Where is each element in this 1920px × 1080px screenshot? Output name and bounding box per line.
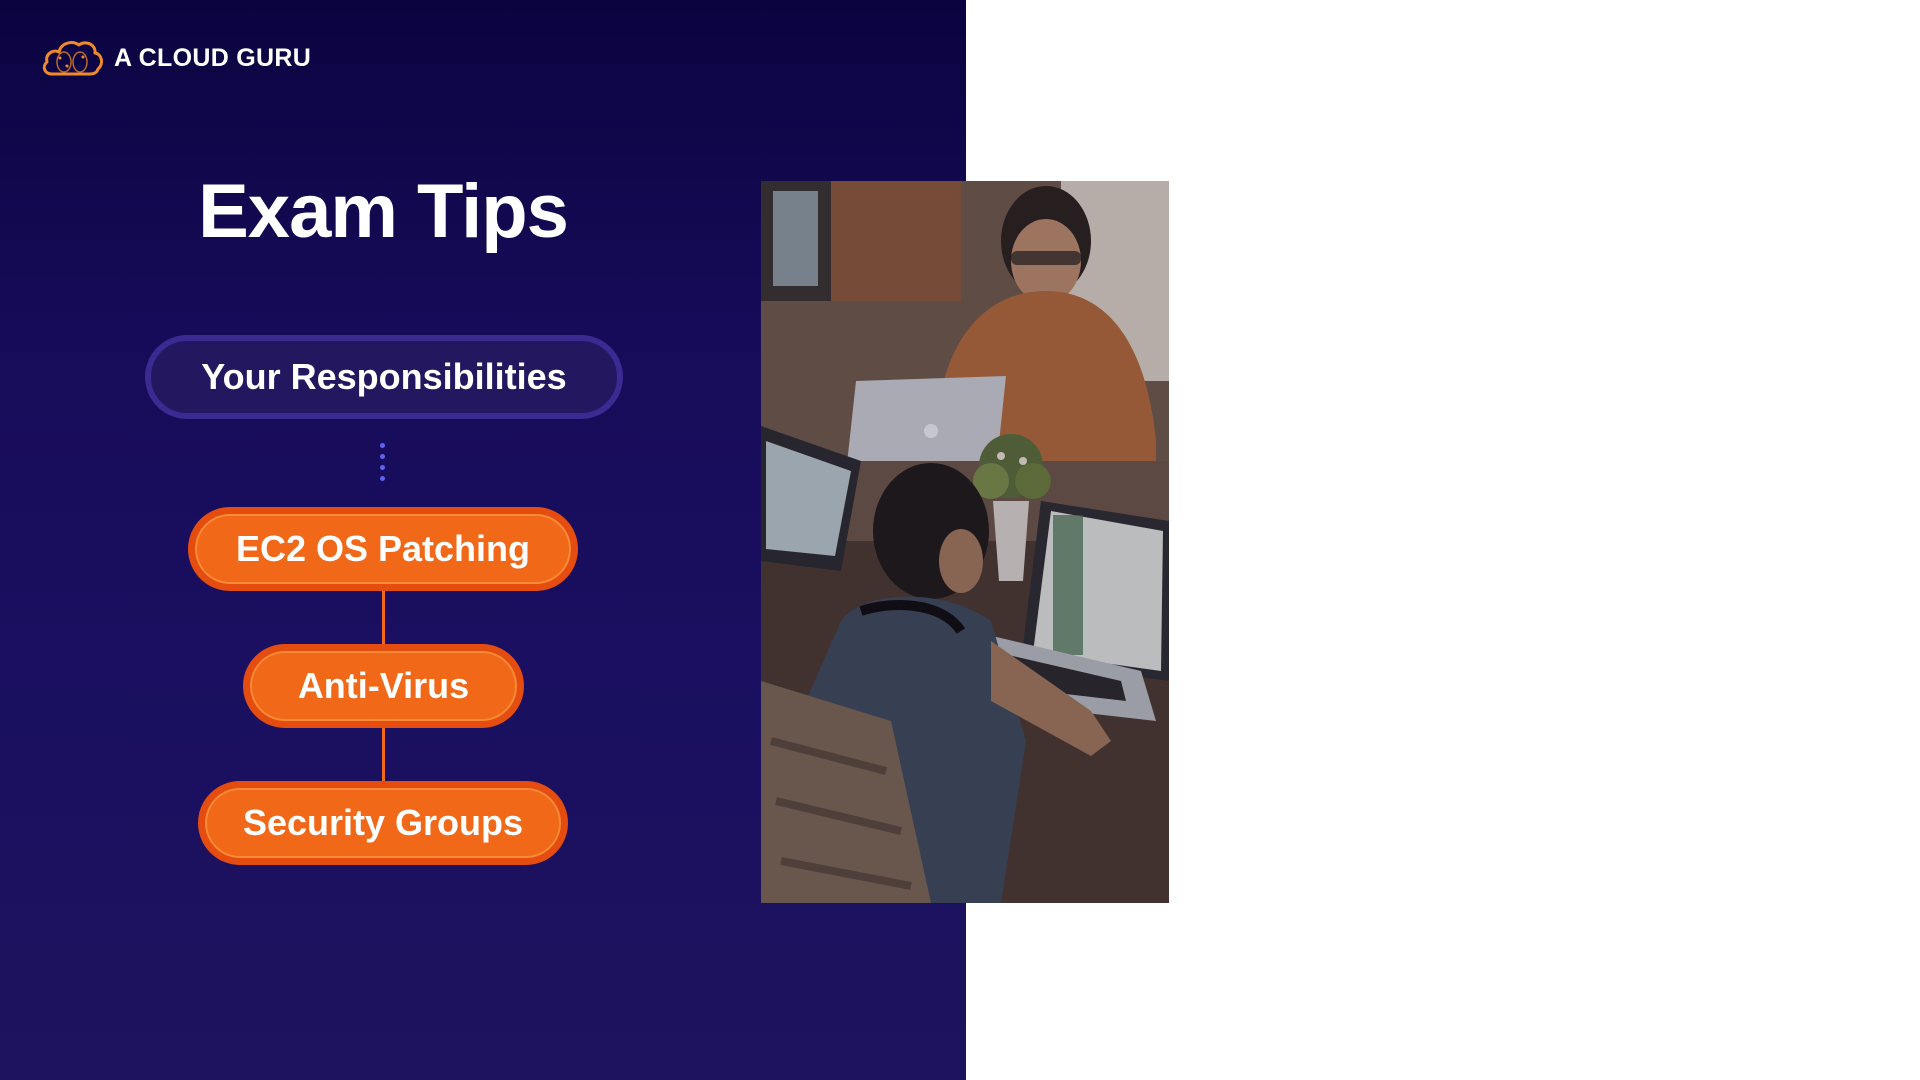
connector-line <box>382 591 385 644</box>
connector-line <box>382 728 385 781</box>
responsibilities-heading-pill: Your Responsibilities <box>145 335 623 419</box>
item-pill-security-groups: Security Groups <box>198 781 568 865</box>
cloud-logo-icon <box>42 41 104 76</box>
item-pill-ec2-os-patching: EC2 OS Patching <box>188 507 578 591</box>
slide-title: Exam Tips <box>198 169 569 254</box>
office-photo-image <box>761 181 1169 903</box>
item-pill-anti-virus: Anti-Virus <box>243 644 524 728</box>
brand-logo: A CLOUD GURU <box>40 36 311 80</box>
dotted-connector <box>380 443 386 487</box>
brand-name: A CLOUD GURU <box>114 43 312 72</box>
